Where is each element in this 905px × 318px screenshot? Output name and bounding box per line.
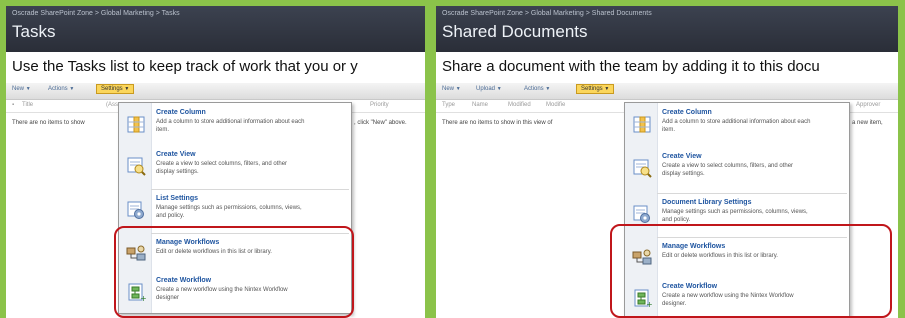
settings-menu-label: Settings [581, 86, 603, 92]
page-title: Shared Documents [442, 22, 588, 41]
new-menu-label: New [12, 86, 25, 92]
actions-menu[interactable]: Actions ▼ [48, 86, 74, 92]
actions-menu[interactable]: Actions ▼ [524, 86, 550, 92]
breadcrumb[interactable]: Oscrade SharePoint Zone > Global Marketi… [442, 10, 652, 17]
column-priority[interactable]: Priority [370, 102, 389, 108]
create-view-icon [632, 158, 652, 178]
column-name[interactable]: Name [472, 102, 488, 108]
menu-item-description: Manage settings such as permissions, col… [156, 205, 302, 219]
menu-separator [657, 193, 847, 194]
chevron-down-icon: ▼ [604, 86, 610, 92]
menu-item-title: Create View [156, 151, 196, 158]
list-toolbar: New ▼ Actions ▼ Settings ▼ [6, 83, 425, 100]
description-bar: Use the Tasks list to keep track of work… [6, 52, 425, 84]
menu-item-create-column[interactable]: Create Column Add a column to store addi… [119, 105, 351, 145]
column-modified-by[interactable]: Modifie [546, 102, 565, 108]
upload-menu-label: Upload [476, 86, 496, 92]
menu-item-create-view[interactable]: Create View Create a view to select colu… [119, 147, 351, 187]
attachment-icon: ▪ [12, 102, 15, 108]
chevron-down-icon: ▼ [496, 86, 502, 92]
column-type[interactable]: Type [442, 102, 455, 108]
workflow-highlight [610, 224, 892, 318]
chevron-down-icon: ▼ [124, 86, 130, 92]
description-bar: Share a document with the team by adding… [436, 52, 898, 84]
column-assigned[interactable]: (Ass [106, 102, 118, 108]
settings-menu-label: Settings [101, 86, 123, 92]
list-description: Use the Tasks list to keep track of work… [12, 58, 358, 75]
settings-menu[interactable]: Settings ▼ [96, 84, 135, 94]
column-modified[interactable]: Modified [508, 102, 531, 108]
create-view-icon [126, 156, 146, 176]
menu-item-description: Create a view to select columns, filters… [662, 163, 794, 177]
menu-item-title: Create Column [662, 109, 712, 116]
list-toolbar: New ▼ Upload ▼ Actions ▼ Settings ▼ [436, 83, 898, 100]
menu-item-description: Manage settings such as permissions, col… [662, 209, 808, 223]
chevron-down-icon: ▼ [455, 86, 461, 92]
settings-menu[interactable]: Settings ▼ [576, 84, 615, 94]
upload-menu[interactable]: Upload ▼ [476, 86, 502, 92]
menu-item-create-view[interactable]: Create View Create a view to select colu… [625, 149, 849, 189]
empty-message: There are no items to show [12, 120, 85, 126]
menu-item-title: Document Library Settings [662, 199, 752, 206]
new-menu[interactable]: New ▼ [442, 86, 461, 92]
column-title[interactable]: Title [22, 102, 33, 108]
chevron-down-icon: ▼ [25, 86, 31, 92]
menu-item-title: List Settings [156, 195, 199, 202]
list-settings-icon [126, 200, 146, 220]
empty-message-tail: , click "New" above. [354, 120, 407, 126]
page-title: Tasks [12, 22, 56, 41]
chevron-down-icon: ▼ [545, 86, 551, 92]
workflow-highlight [114, 226, 354, 318]
menu-item-title: Create Column [156, 109, 206, 116]
create-column-icon [126, 114, 146, 134]
new-menu-label: New [442, 86, 455, 92]
list-description: Share a document with the team by adding… [442, 58, 820, 75]
actions-menu-label: Actions [48, 86, 68, 92]
create-column-icon [632, 114, 652, 134]
menu-item-create-column[interactable]: Create Column Add a column to store addi… [625, 105, 849, 145]
column-approval[interactable]: Approver [856, 102, 880, 108]
breadcrumb[interactable]: Oscrade SharePoint Zone > Global Marketi… [12, 10, 180, 17]
actions-menu-label: Actions [524, 86, 544, 92]
library-settings-icon [632, 204, 652, 224]
chevron-down-icon: ▼ [69, 86, 75, 92]
page-header: Oscrade SharePoint Zone > Global Marketi… [436, 6, 898, 52]
menu-item-description: Add a column to store additional informa… [156, 119, 305, 133]
menu-item-description: Add a column to store additional informa… [662, 119, 811, 133]
menu-separator [151, 189, 349, 190]
page-header: Oscrade SharePoint Zone > Global Marketi… [6, 6, 425, 52]
menu-item-title: Create View [662, 153, 702, 160]
empty-message-tail: a new item, [852, 120, 883, 126]
new-menu[interactable]: New ▼ [12, 86, 31, 92]
empty-message: There are no items to show in this view … [442, 120, 553, 126]
menu-item-list-settings[interactable]: List Settings Manage settings such as pe… [119, 191, 351, 231]
menu-item-description: Create a view to select columns, filters… [156, 161, 288, 175]
